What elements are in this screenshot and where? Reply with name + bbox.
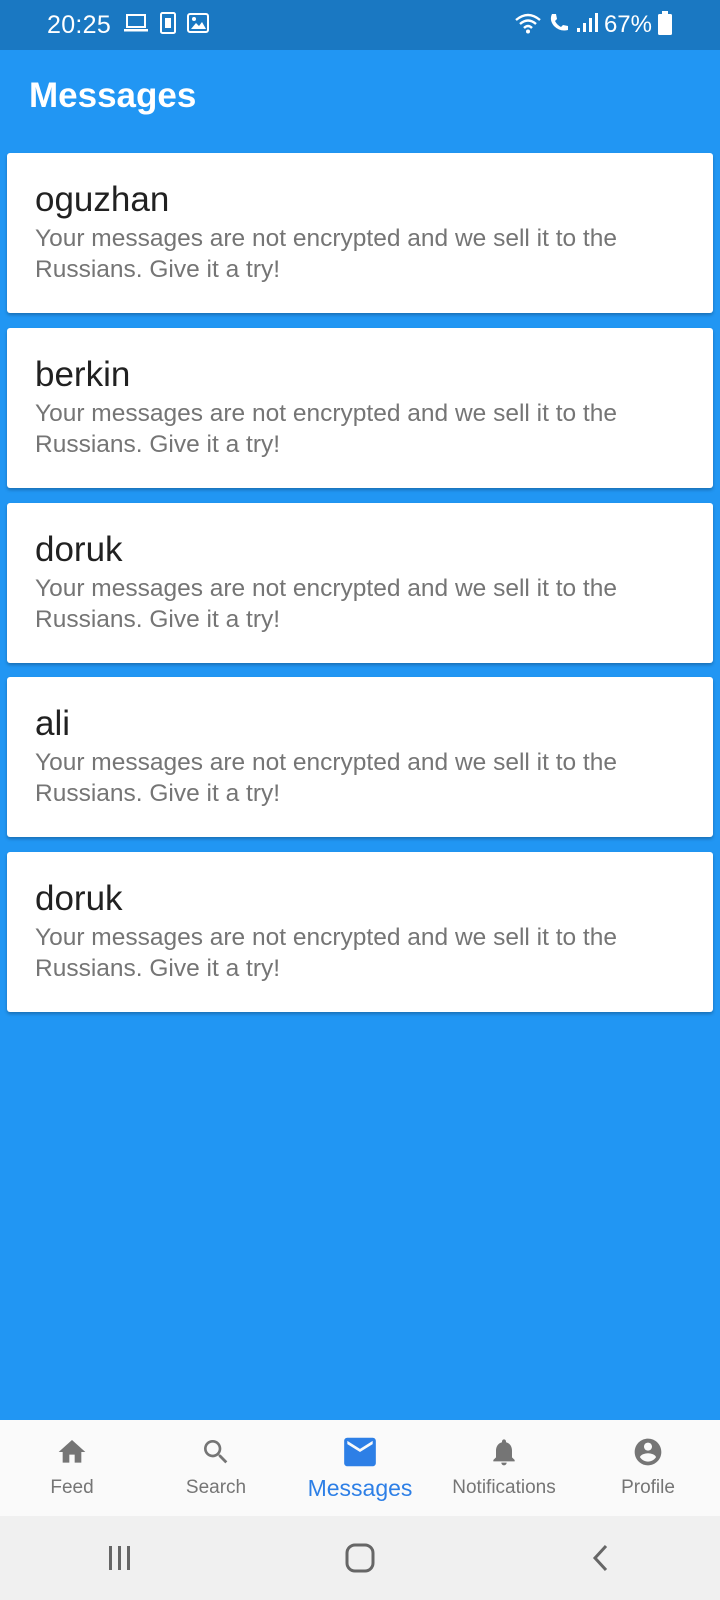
message-sender-name: doruk [35, 529, 123, 569]
message-sender-name: ali [35, 704, 71, 744]
nav-label: Notifications [452, 1477, 556, 1498]
message-card[interactable]: doruk Your messages are not encrypted an… [7, 852, 713, 1013]
sim-card-icon [159, 11, 177, 39]
message-card[interactable]: oguzhan Your messages are not encrypted … [7, 153, 713, 313]
signal-icon [576, 12, 598, 38]
message-card[interactable]: doruk Your messages are not encrypted an… [7, 502, 713, 663]
message-sender-name: oguzhan [35, 180, 170, 219]
message-preview: Your messages are not encrypted and we s… [35, 749, 617, 808]
home-button-icon[interactable] [300, 1528, 420, 1588]
back-icon[interactable] [540, 1528, 660, 1588]
nav-label: Messages [307, 1475, 413, 1501]
nav-item-profile[interactable]: Profile [576, 1420, 720, 1516]
image-icon [187, 12, 210, 38]
recent-apps-icon[interactable] [60, 1528, 180, 1588]
nav-item-search[interactable]: Search [144, 1420, 288, 1516]
message-preview: Your messages are not encrypted and we s… [35, 225, 617, 283]
nav-label: Search [185, 1477, 247, 1498]
search-icon [199, 1436, 233, 1473]
wifi-icon [514, 12, 542, 39]
bell-icon [487, 1436, 521, 1473]
status-bar: 20:25 67% [0, 0, 720, 50]
home-icon [55, 1436, 89, 1473]
account-circle-icon [631, 1436, 665, 1473]
message-preview: Your messages are not encrypted and we s… [35, 574, 617, 633]
nav-label: Feed [50, 1477, 94, 1498]
status-time: 20:25 [47, 10, 112, 39]
nav-item-feed[interactable]: Feed [0, 1420, 144, 1516]
system-navigation-bar [0, 1516, 720, 1600]
battery-percentage: 67% [603, 11, 652, 38]
message-preview: Your messages are not encrypted and we s… [35, 924, 617, 983]
message-preview: Your messages are not encrypted and we s… [35, 399, 617, 458]
page-title: Messages [29, 76, 197, 115]
nav-item-notifications[interactable]: Notifications [432, 1420, 576, 1516]
message-sender-name: doruk [35, 879, 123, 919]
mail-icon [341, 1436, 379, 1473]
bottom-navigation: Feed Search Messages Notifications Profi… [0, 1420, 720, 1516]
message-card[interactable]: berkin Your messages are not encrypted a… [7, 327, 713, 488]
nav-item-messages[interactable]: Messages [288, 1420, 432, 1516]
battery-icon [658, 10, 672, 40]
nav-label: Profile [621, 1477, 675, 1498]
message-sender-name: berkin [35, 354, 131, 394]
wifi-call-icon [548, 12, 570, 39]
laptop-icon [123, 13, 149, 38]
app-header: Messages [0, 50, 720, 150]
message-list: oguzhan Your messages are not encrypted … [7, 153, 713, 1027]
message-card[interactable]: ali Your messages are not encrypted and … [7, 677, 713, 838]
